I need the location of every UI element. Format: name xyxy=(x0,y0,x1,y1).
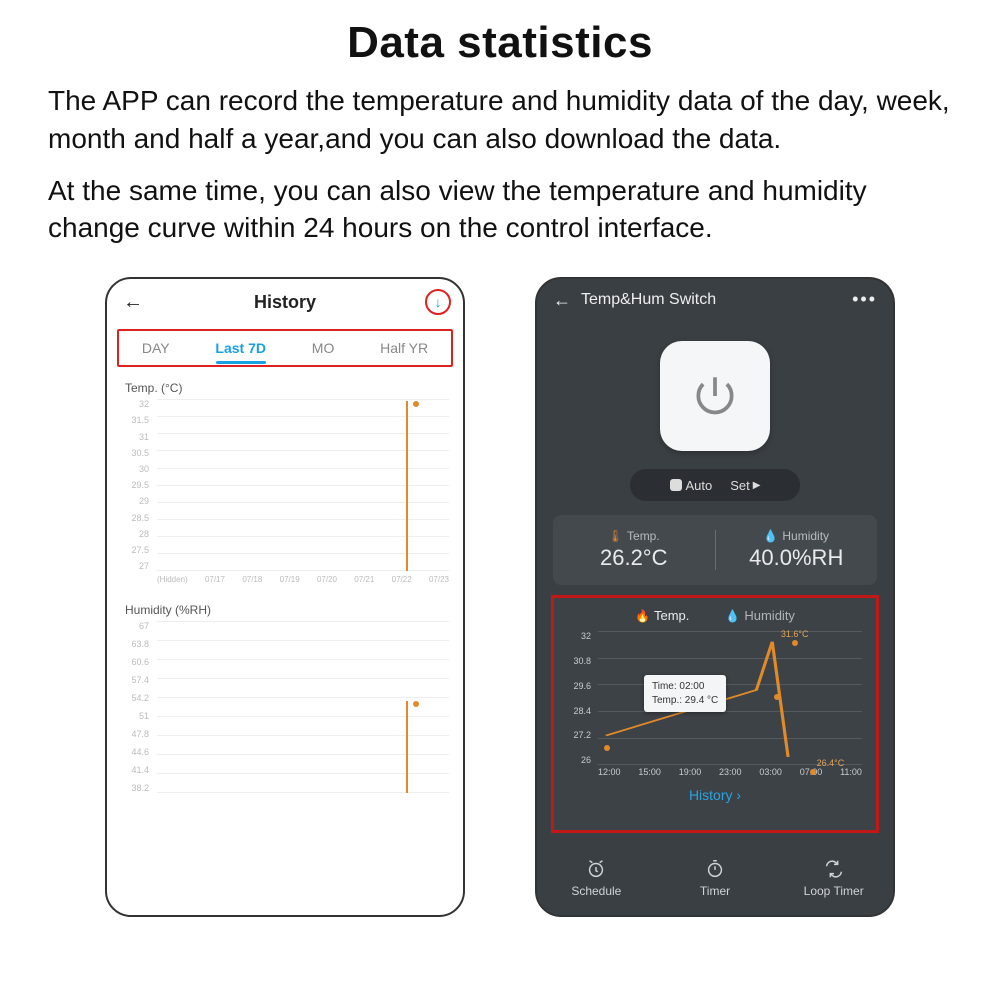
metric-tabs: 🔥Temp. 💧Humidity xyxy=(562,608,868,623)
temp-chart-title: Temp. (°C) xyxy=(113,381,457,395)
thermometer-icon: 🌡 xyxy=(608,529,623,543)
range-tabs: DAY Last 7D MO Half YR xyxy=(117,329,453,367)
mode-set[interactable]: Set▶ xyxy=(730,478,760,493)
tab-half-year[interactable]: Half YR xyxy=(374,340,434,356)
download-icon[interactable]: ↓ xyxy=(425,289,451,315)
tab-month[interactable]: MO xyxy=(306,340,341,356)
history-screen: ← History ↓ DAY Last 7D MO Half YR Temp.… xyxy=(105,277,465,917)
tab-last7d[interactable]: Last 7D xyxy=(209,340,272,356)
temp-mini-chart: 3231.5 3130.5 3029.5 2928.5 2827.5 27 (H… xyxy=(117,399,453,589)
curve-chart: 3230.8 29.628.4 27.226 12:0015:00 19:002… xyxy=(566,631,864,781)
metric-tab-humidity[interactable]: 💧Humidity xyxy=(725,608,795,623)
history-header: ← History ↓ xyxy=(107,279,463,325)
chart-tooltip: Time: 02:00 Temp.: 29.4 °C xyxy=(644,675,726,712)
nav-timer[interactable]: Timer xyxy=(656,841,775,915)
humidity-reading: 💧Humidity 40.0%RH xyxy=(716,529,878,571)
power-icon xyxy=(690,371,740,421)
droplet-icon: 💧 xyxy=(763,529,778,543)
humidity-mini-chart: 6763.8 60.657.4 54.251 47.844.6 41.438.2 xyxy=(117,621,453,811)
power-button[interactable] xyxy=(660,341,770,451)
alarm-icon xyxy=(585,858,607,880)
curve-panel: 🔥Temp. 💧Humidity 3230.8 29.628.4 27.226 … xyxy=(551,595,879,833)
temp-reading: 🌡Temp. 26.2°C xyxy=(553,529,715,571)
temp-chart-block: Temp. (°C) 3231.5 3130.5 3029.5 2928.5 2… xyxy=(107,367,463,589)
switch-header: ← Temp&Hum Switch ••• xyxy=(537,279,893,321)
history-title: History xyxy=(254,292,316,313)
description-2: At the same time, you can also view the … xyxy=(0,158,1000,248)
mode-selector[interactable]: Auto Set▶ xyxy=(630,469,800,501)
readings-panel: 🌡Temp. 26.2°C 💧Humidity 40.0%RH xyxy=(553,515,877,585)
nav-loop-timer[interactable]: Loop Timer xyxy=(774,841,893,915)
switch-title: Temp&Hum Switch xyxy=(581,291,716,309)
tab-day[interactable]: DAY xyxy=(136,340,176,356)
temp-polyline xyxy=(598,631,862,765)
humidity-chart-title: Humidity (%RH) xyxy=(113,603,457,617)
page-title: Data statistics xyxy=(0,0,1000,68)
back-icon[interactable]: ← xyxy=(553,290,571,311)
loop-icon xyxy=(823,858,845,880)
mode-auto[interactable]: Auto xyxy=(670,478,713,493)
humidity-chart-block: Humidity (%RH) 6763.8 60.657.4 54.251 47… xyxy=(107,589,463,811)
back-icon[interactable]: ← xyxy=(123,291,143,314)
more-icon[interactable]: ••• xyxy=(852,289,877,310)
nav-schedule[interactable]: Schedule xyxy=(537,841,656,915)
switch-screen: ← Temp&Hum Switch ••• Auto Set▶ 🌡Temp. 2… xyxy=(535,277,895,917)
timer-icon xyxy=(704,858,726,880)
metric-tab-temp[interactable]: 🔥Temp. xyxy=(635,608,689,623)
description-1: The APP can record the temperature and h… xyxy=(0,68,1000,158)
bottom-nav: Schedule Timer Loop Timer xyxy=(537,841,893,915)
history-link[interactable]: History › xyxy=(562,787,868,803)
